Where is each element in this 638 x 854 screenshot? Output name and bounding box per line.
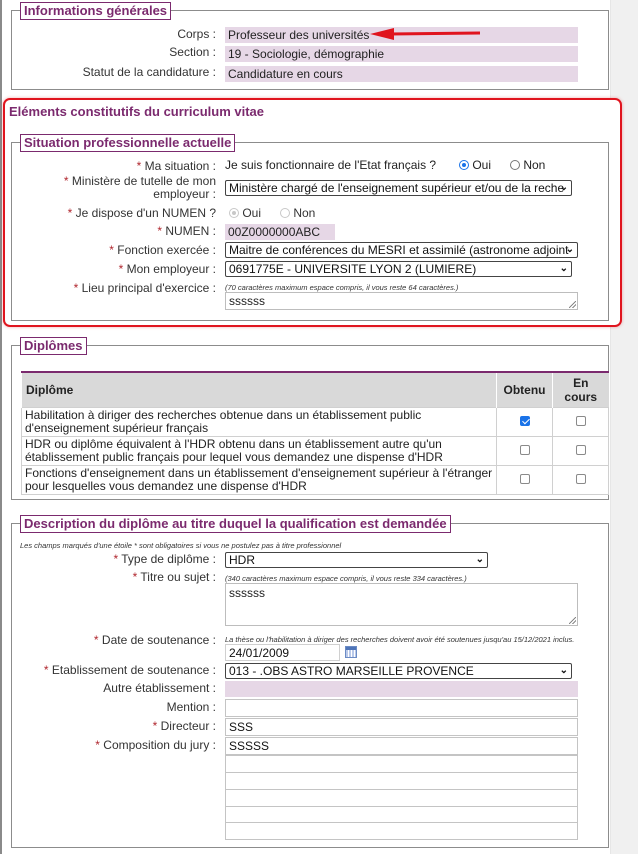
required-note: Les champs marqués d'une étoile * sont o… — [20, 541, 342, 550]
description-fieldset: Description du diplôme au titre duquel l… — [11, 515, 609, 848]
lieu-hint: (70 caractères maximum espace compris, i… — [225, 283, 459, 292]
type-select[interactable]: HDR ⌄ — [225, 552, 488, 568]
fonctionnaire-non-radio[interactable]: Non — [510, 158, 545, 172]
titre-hint: (340 caractères maximum espace compris, … — [225, 574, 467, 583]
col-en-cours: En cours — [552, 371, 609, 408]
titre-textarea[interactable]: ssssss — [225, 583, 578, 626]
corps-label: Corps : — [177, 27, 216, 41]
jury-label: * Composition du jury : — [95, 738, 216, 752]
situation-fieldset: Situation professionnelle actuelle * Ma … — [11, 134, 609, 321]
directeur-input[interactable]: SSS — [225, 718, 578, 736]
chevron-down-icon: ⌄ — [565, 244, 574, 255]
type-label: * Type de diplôme : — [113, 552, 216, 566]
lieu-textarea[interactable]: ssssss — [225, 292, 578, 310]
diplome-text: Fonctions d'enseignement dans un établis… — [21, 465, 497, 495]
chevron-down-icon: ⌄ — [559, 665, 568, 676]
section-label: Section : — [169, 45, 216, 59]
date-hint: La thèse ou l'habilitation à diriger des… — [225, 635, 575, 644]
jury-input-6[interactable] — [225, 822, 578, 840]
autre-value — [225, 681, 578, 697]
ministere-select[interactable]: Ministère chargé de l'enseignement supér… — [225, 180, 572, 196]
diplomes-legend: Diplômes — [20, 337, 87, 355]
jury-input-2[interactable] — [225, 755, 578, 773]
col-diplome: Diplôme — [21, 371, 497, 408]
numen-oui-radio[interactable]: Oui — [229, 206, 261, 220]
obtenu-checkbox[interactable] — [519, 415, 530, 426]
ma-situation-label: * Ma situation : — [136, 159, 216, 173]
table-row: Fonctions d'enseignement dans un établis… — [21, 465, 609, 495]
diplome-text: Habilitation à diriger des recherches ob… — [21, 407, 497, 437]
obtenu-checkbox[interactable] — [519, 444, 530, 455]
red-arrow-annotation — [370, 28, 481, 40]
numen-label: * NUMEN : — [157, 224, 216, 238]
date-label: * Date de soutenance : — [93, 633, 216, 647]
chevron-down-icon: ⌄ — [559, 182, 568, 193]
etablissement-select[interactable]: 013 - .OBS ASTRO MARSEILLE PROVENCE ⌄ — [225, 663, 572, 679]
fonctionnaire-oui-radio[interactable]: Oui — [459, 158, 491, 172]
titre-label: * Titre ou sujet : — [132, 570, 216, 584]
page-border — [0, 0, 2, 854]
fonctionnaire-question: Je suis fonctionnaire de l'Etat français… — [225, 158, 437, 172]
section-value: 19 - Sociologie, démographie — [225, 46, 578, 62]
description-legend: Description du diplôme au titre duquel l… — [20, 515, 451, 533]
en-cours-checkbox[interactable] — [575, 444, 586, 455]
col-obtenu: Obtenu — [496, 371, 553, 408]
en-cours-checkbox[interactable] — [575, 415, 586, 426]
autre-label: Autre établissement : — [103, 681, 216, 695]
employeur-select[interactable]: 0691775E - UNIVERSITE LYON 2 (LUMIERE) ⌄ — [225, 261, 572, 277]
diplome-text: HDR ou diplôme équivalent à l'HDR obtenu… — [21, 436, 497, 466]
employeur-label: * Mon employeur : — [118, 262, 216, 276]
table-row: Habilitation à diriger des recherches ob… — [21, 407, 609, 437]
cv-section-title: Eléments constitutifs du curriculum vita… — [9, 104, 264, 119]
ministere-label: * Ministère de tutelle de mon employeur : — [63, 174, 216, 201]
table-header-row: Diplôme Obtenu En cours — [21, 371, 609, 408]
table-row: HDR ou diplôme équivalent à l'HDR obtenu… — [21, 436, 609, 466]
date-input[interactable]: 24/01/2009 — [225, 644, 340, 661]
general-info-fieldset: Informations générales Corps : Professeu… — [11, 2, 609, 90]
mention-input[interactable] — [225, 699, 578, 717]
jury-input-1[interactable]: SSSSS — [225, 737, 578, 755]
en-cours-checkbox[interactable] — [575, 473, 586, 484]
diplomes-fieldset: Diplômes Diplôme Obtenu En cours Habilit… — [11, 337, 609, 500]
resize-grip-icon[interactable] — [569, 301, 576, 308]
lieu-label: * Lieu principal d'exercice : — [73, 281, 216, 295]
numen-value: 00Z0000000ABC — [225, 224, 335, 240]
chevron-down-icon: ⌄ — [475, 554, 484, 565]
fonction-select[interactable]: Maitre de conférences du MESRI et assimi… — [225, 242, 578, 258]
statut-label: Statut de la candidature : — [82, 65, 216, 79]
numen-question-label: * Je dispose d'un NUMEN ? — [67, 206, 216, 220]
situation-legend: Situation professionnelle actuelle — [20, 134, 236, 152]
diplomes-table: Diplôme Obtenu En cours Habilitation à d… — [21, 371, 609, 495]
numen-non-radio[interactable]: Non — [280, 206, 315, 220]
directeur-label: * Directeur : — [152, 719, 216, 733]
calendar-icon[interactable] — [345, 646, 357, 658]
obtenu-checkbox[interactable] — [519, 473, 530, 484]
etablissement-label: * Etablissement de soutenance : — [43, 663, 216, 677]
jury-input-4[interactable] — [225, 789, 578, 807]
general-info-legend: Informations générales — [20, 2, 172, 20]
jury-input-3[interactable] — [225, 772, 578, 790]
statut-value: Candidature en cours — [225, 66, 578, 82]
chevron-down-icon: ⌄ — [559, 263, 568, 274]
fonction-label: * Fonction exercée : — [109, 243, 216, 257]
mention-label: Mention : — [166, 700, 216, 714]
resize-grip-icon[interactable] — [569, 617, 576, 624]
